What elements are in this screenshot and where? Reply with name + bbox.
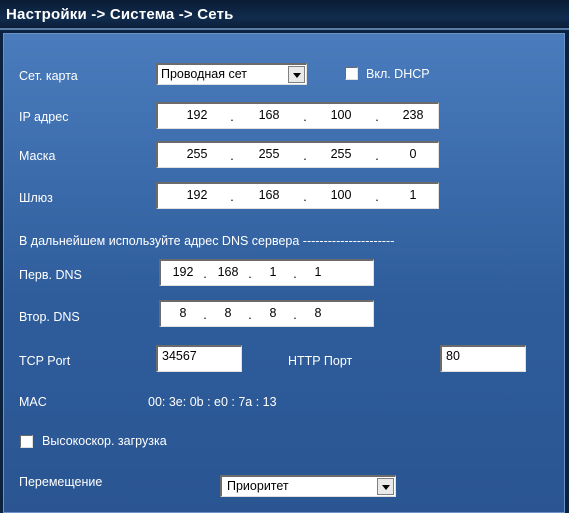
dhcp-checkbox[interactable] [345,67,358,80]
page-title: Настройки -> Система -> Сеть [6,6,234,23]
dns2-dot: . [293,308,297,322]
ip-label: IP адрес [19,110,69,124]
ip-address-field[interactable]: 192 . 168 . 100 . 238 [156,102,439,129]
dns2-dot: . [203,308,207,322]
mask-field[interactable]: 255 . 255 . 255 . 0 [156,141,439,168]
mac-value: 00: 3e: 0b : e0 : 7a : 13 [148,395,277,409]
title-bar: Настройки -> Система -> Сеть [0,0,569,30]
ip-dot: . [303,110,307,124]
dns2-octet-3[interactable]: 8 [257,306,289,320]
title-divider [0,28,569,30]
network-settings-panel: Сет. карта Проводная сет Вкл. DHCP IP ад… [3,33,565,513]
net-card-value: Проводная сет [161,67,247,81]
ip-octet-2[interactable]: 168 [249,108,289,122]
dns1-label: Перв. DNS [19,268,82,282]
tcp-port-value: 34567 [162,349,197,363]
tcp-port-label: TCP Port [19,354,71,368]
gateway-octet-4[interactable]: 1 [393,188,433,202]
mask-label: Маска [19,149,56,163]
mask-dot: . [375,149,379,163]
transfer-label: Перемещение [19,475,103,489]
ip-octet-3[interactable]: 100 [321,108,361,122]
mask-octet-1[interactable]: 255 [177,147,217,161]
dns2-octet-1[interactable]: 8 [167,306,199,320]
ip-octet-1[interactable]: 192 [177,108,217,122]
gateway-field[interactable]: 192 . 168 . 100 . 1 [156,182,439,209]
net-card-label: Сет. карта [19,69,78,83]
gateway-octet-3[interactable]: 100 [321,188,361,202]
dns2-octet-2[interactable]: 8 [212,306,244,320]
net-card-select[interactable]: Проводная сет [156,63,307,85]
mask-octet-4[interactable]: 0 [393,147,433,161]
gateway-label: Шлюз [19,191,53,205]
dns1-octet-2[interactable]: 168 [212,265,244,279]
dns1-dot: . [248,267,252,281]
ip-dot: . [375,110,379,124]
dns-note: В дальнейшем используйте адрес DNS серве… [19,234,395,248]
chevron-down-icon[interactable] [288,66,305,83]
dns1-dot: . [203,267,207,281]
ip-dot: . [230,110,234,124]
mask-dot: . [230,149,234,163]
dns1-octet-1[interactable]: 192 [167,265,199,279]
dns1-octet-4[interactable]: 1 [302,265,334,279]
primary-dns-field[interactable]: 192 . 168 . 1 . 1 [159,259,374,286]
transfer-value: Приоритет [227,479,289,493]
gateway-dot: . [303,190,307,204]
http-port-value: 80 [446,349,460,363]
transfer-select[interactable]: Приоритет [220,475,396,497]
mask-octet-2[interactable]: 255 [249,147,289,161]
secondary-dns-field[interactable]: 8 . 8 . 8 . 8 [159,300,374,327]
dns2-dot: . [248,308,252,322]
dns2-label: Втор. DNS [19,310,80,324]
gateway-octet-1[interactable]: 192 [177,188,217,202]
dns1-octet-3[interactable]: 1 [257,265,289,279]
http-port-label: HTTP Порт [288,354,353,368]
dns1-dot: . [293,267,297,281]
ip-octet-4[interactable]: 238 [393,108,433,122]
tcp-port-input[interactable]: 34567 [156,345,242,372]
high-speed-download-checkbox[interactable] [20,435,33,448]
mac-label: MAC [19,395,47,409]
dns2-octet-4[interactable]: 8 [302,306,334,320]
high-speed-download-label: Высокоскор. загрузка [42,434,167,448]
gateway-dot: . [375,190,379,204]
mask-dot: . [303,149,307,163]
gateway-dot: . [230,190,234,204]
chevron-down-icon[interactable] [377,478,394,495]
mask-octet-3[interactable]: 255 [321,147,361,161]
gateway-octet-2[interactable]: 168 [249,188,289,202]
dhcp-label: Вкл. DHCP [366,67,430,81]
http-port-input[interactable]: 80 [440,345,526,372]
